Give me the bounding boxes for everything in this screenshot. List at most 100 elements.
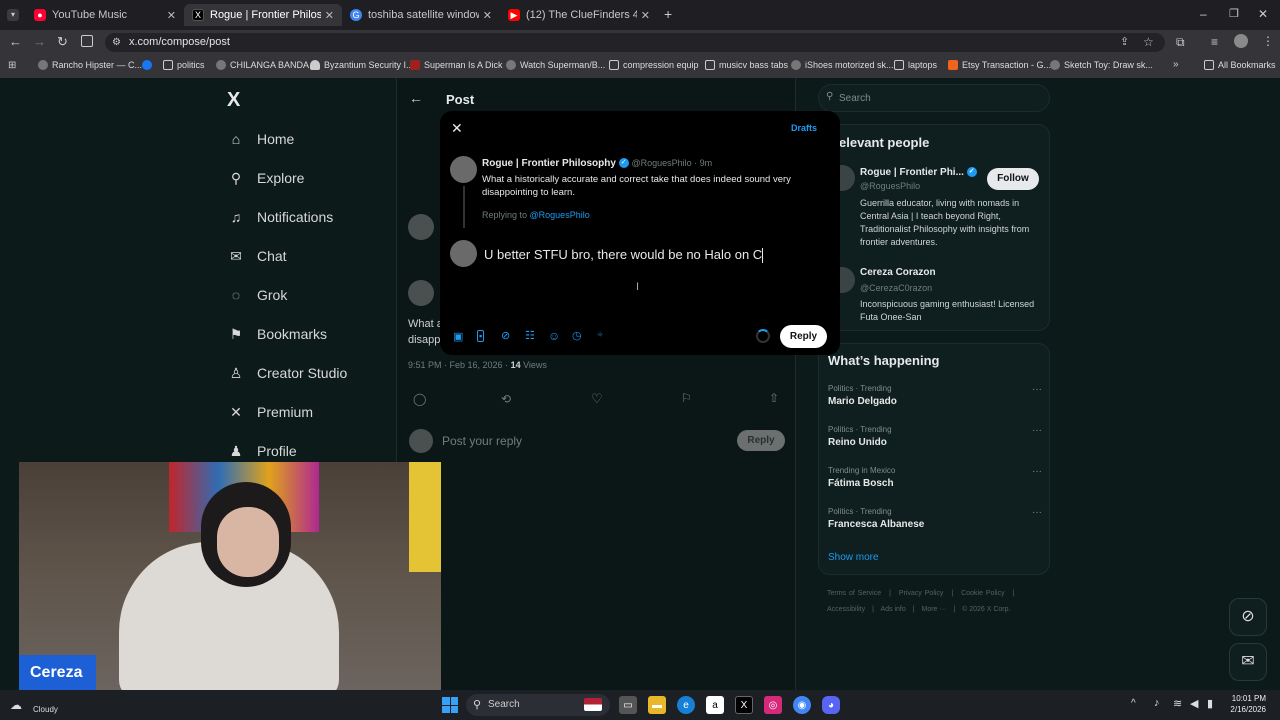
maximize-icon[interactable]: ❐ [1229,7,1239,20]
trend-item[interactable]: Politics · Trending Mario Delgado ··· [828,384,1042,407]
trend-item[interactable]: Trending in Mexico Fátima Bosch ··· [828,466,1042,489]
bookmark-folder[interactable]: politics [163,60,205,70]
avatar[interactable] [408,280,434,306]
microphone-icon[interactable]: ♪ [1154,697,1160,709]
task-view-icon[interactable]: ▭ [619,696,637,714]
bookmark-item[interactable]: Superman Is A Dick [410,60,503,70]
x-app-icon[interactable]: X [735,696,753,714]
close-tab-icon[interactable]: ✕ [167,9,176,22]
footer-link[interactable]: Cookie Policy [961,590,1004,597]
more-options-icon[interactable]: ··· [1032,425,1042,436]
install-app-icon[interactable]: ⇪ [1120,33,1129,52]
instagram-icon[interactable]: ◎ [764,696,782,714]
menu-icon[interactable]: ⋮ [1262,34,1274,48]
footer-link[interactable]: Privacy Policy [899,590,944,597]
wifi-icon[interactable]: ≋ [1173,697,1182,710]
avatar[interactable] [450,156,477,183]
reply-input[interactable]: Post your reply [442,434,522,448]
tab-youtube[interactable]: ▶ (12) The ClueFinders 4th Grade ✕ [500,4,658,26]
close-icon[interactable]: ✕ [451,120,463,137]
sidebar-toggle-icon[interactable] [81,35,93,47]
bookmark-icon[interactable]: ⚐ [681,391,692,405]
more-options-icon[interactable]: ··· [1032,466,1042,477]
url-field[interactable]: ⚙ x.com/compose/post ⇪ ☆ [105,33,1165,52]
nav-grok[interactable]: ◌ Grok [228,287,288,303]
nav-premium[interactable]: ✕ Premium [228,404,313,421]
bookmark-item[interactable]: Etsy Transaction - G... [948,60,1051,70]
footer-link[interactable]: Accessibility [827,606,865,613]
person-name[interactable]: Cereza Corazon [860,267,936,278]
nav-chat[interactable]: ✉ Chat [228,248,286,265]
messages-icon[interactable]: ✉ [1229,643,1267,681]
weather-text[interactable]: Cloudy [33,705,58,714]
bookmark-item[interactable]: Byzantium Security I... [310,60,414,70]
tab-x-post[interactable]: X Rogue | Frontier Philosophy on ✕ [184,4,342,26]
grok-icon[interactable]: ⊘ [501,329,510,342]
bookmark-folder[interactable]: musicv bass tabs [705,60,788,70]
bookmark-folder[interactable]: laptops [894,60,937,70]
bookmark-item[interactable] [142,60,156,70]
back-arrow-icon[interactable]: ← [409,90,423,106]
nav-home[interactable]: ⌂ Home [228,131,295,147]
like-icon[interactable]: ♡ [591,391,603,407]
close-tab-icon[interactable]: ✕ [483,9,492,22]
file-explorer-icon[interactable]: ▬ [648,696,666,714]
drafts-button[interactable]: Drafts [791,123,817,133]
tab-youtube-music[interactable]: ● YouTube Music ✕ [26,4,184,26]
more-options-icon[interactable]: ··· [1032,507,1042,518]
grok-icon[interactable]: ⊘ [1229,598,1267,636]
footer-link[interactable]: Terms of Service [827,590,881,597]
profile-avatar[interactable] [1234,34,1248,48]
extensions-icon[interactable]: ⧉ [1176,35,1185,50]
author-name[interactable]: Rogue | Frontier Philosophy [482,158,616,169]
apps-icon[interactable]: ⊞ [8,60,16,71]
clock[interactable]: 10:01 PM 2/16/2026 [1222,693,1266,715]
close-window-icon[interactable]: ✕ [1258,7,1268,21]
bookmark-item[interactable]: iShoes motorized sk... [791,60,894,70]
trend-item[interactable]: Politics · Trending Francesca Albanese ·… [828,507,1042,530]
follow-button[interactable]: Follow [987,168,1039,190]
tray-overflow-icon[interactable]: ^ [1131,698,1136,709]
forward-icon[interactable]: → [33,34,46,49]
replying-to-handle[interactable]: @RoguesPhilo [530,210,590,220]
bookmark-item[interactable]: CHILANGA BANDA [216,60,309,70]
nav-profile[interactable]: ♟ Profile [228,443,297,460]
more-options-icon[interactable]: ··· [1032,384,1042,395]
poll-icon[interactable]: ☷ [525,329,535,342]
tab-google-search[interactable]: G toshiba satellite windows 95 - C ✕ [342,4,500,26]
media-control-icon[interactable]: ≡ [1211,35,1218,49]
reply-button-disabled[interactable]: Reply [737,430,785,451]
volume-icon[interactable]: ◀ [1190,697,1198,710]
reply-button[interactable]: Reply [780,325,827,348]
close-tab-icon[interactable]: ✕ [325,9,334,22]
edge-icon[interactable]: e [677,696,695,714]
show-more-link[interactable]: Show more [828,552,879,563]
discord-icon[interactable]: ◕ [822,696,840,714]
more-bookmarks-icon[interactable]: » [1173,59,1179,70]
minimize-icon[interactable]: – [1200,7,1207,21]
avatar[interactable] [408,214,434,240]
share-icon[interactable]: ⇧ [769,391,779,405]
reply-icon[interactable]: ◯ [413,392,426,406]
nav-bookmarks[interactable]: ⚑ Bookmarks [228,326,327,343]
chrome-icon[interactable]: ◉ [793,696,811,714]
all-bookmarks-button[interactable]: All Bookmarks [1204,60,1276,70]
x-logo[interactable]: X [227,89,240,112]
amazon-icon[interactable]: a [706,696,724,714]
search-field[interactable]: ⚲ Search [818,84,1050,112]
battery-icon[interactable]: ▮ [1207,697,1213,710]
tab-search-icon[interactable]: ▾ [7,9,19,21]
weather-icon[interactable]: ☁ [10,698,22,712]
nav-creator-studio[interactable]: ♙ Creator Studio [228,365,348,382]
reload-icon[interactable]: ↻ [57,34,68,50]
footer-link[interactable]: More ··· [922,606,947,613]
reply-text-input[interactable]: U better STFU bro, there would be no Hal… [484,247,764,264]
bookmark-item[interactable]: Sketch Toy: Draw sk... [1050,60,1153,70]
bookmark-item[interactable]: Rancho Hipster — C... [38,60,142,70]
taskbar-search[interactable]: ⚲ Search [466,694,610,716]
nav-explore[interactable]: ⚲ Explore [228,170,305,187]
bookmark-star-icon[interactable]: ☆ [1143,33,1154,52]
site-info-icon[interactable]: ⚙ [112,33,121,52]
schedule-icon[interactable]: ◷ [572,329,582,342]
bookmark-folder[interactable]: compression equip [609,60,699,70]
